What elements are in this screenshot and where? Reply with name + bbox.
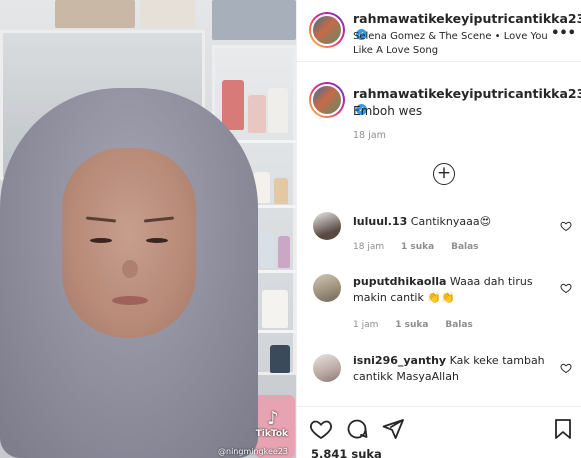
comment-text: Cantiknyaaa😍 xyxy=(410,215,492,228)
avatar-image xyxy=(311,84,343,116)
comment-icon[interactable] xyxy=(345,417,369,441)
comment-body: isni296_yanthy Kak keke tambah cantikk M… xyxy=(353,353,553,385)
eye xyxy=(90,238,112,243)
storage-box xyxy=(212,0,296,40)
comment-time[interactable]: 18 jam xyxy=(353,242,384,252)
header-username-text[interactable]: rahmawatikekeyiputricantikka23 xyxy=(353,11,581,26)
tiktok-username: @ningmingkee23 xyxy=(218,447,288,456)
comment-body: luluul.13 Cantiknyaaa😍 xyxy=(353,214,553,230)
heart-icon[interactable] xyxy=(560,220,572,232)
comment-username[interactable]: puputdhikaolla xyxy=(353,275,446,288)
person xyxy=(0,88,260,458)
plus-circle-icon[interactable]: + xyxy=(433,163,455,185)
comment-username[interactable]: luluul.13 xyxy=(353,215,407,228)
post-sidebar: rahmawatikekeyiputricantikka23✓ Selena G… xyxy=(296,0,581,458)
comment-body: puputdhikaolla Waaa dah tirus makin cant… xyxy=(353,274,553,306)
caption-avatar[interactable] xyxy=(309,82,345,118)
caption-timestamp[interactable]: 18 jam xyxy=(353,130,386,141)
commenter-avatar[interactable] xyxy=(313,212,341,240)
avatar[interactable] xyxy=(309,12,345,48)
product-bottle xyxy=(270,345,290,373)
reply-button[interactable]: Balas xyxy=(445,320,472,330)
product-bottle xyxy=(274,178,288,204)
comment-meta: 18 jam 1 suka Balas xyxy=(353,242,493,252)
storage-box xyxy=(55,0,135,28)
tiktok-icon: ♪ xyxy=(267,408,279,429)
comment-username[interactable]: isni296_yanthy xyxy=(353,354,446,367)
product-bottle xyxy=(262,290,288,328)
commenter-avatar[interactable] xyxy=(313,274,341,302)
comment-likes[interactable]: 1 suka xyxy=(401,242,434,252)
post-media[interactable]: ♪ TikTok @ningmingkee23 xyxy=(0,0,296,458)
more-options-button[interactable]: ••• xyxy=(551,26,576,41)
heart-icon[interactable] xyxy=(560,362,572,374)
comment-time[interactable]: 1 jam xyxy=(353,320,378,330)
paper-plane-icon[interactable] xyxy=(381,417,405,441)
eyebrow xyxy=(143,216,175,223)
heart-icon[interactable] xyxy=(309,417,333,441)
tiktok-brand-label: TikTok xyxy=(255,429,288,439)
eye xyxy=(146,238,168,243)
caption-username-text[interactable]: rahmawatikekeyiputricantikka23 xyxy=(353,86,581,101)
reply-button[interactable]: Balas xyxy=(451,242,478,252)
like-count[interactable]: 5.841 suka xyxy=(311,447,382,458)
product-bottle xyxy=(268,88,288,133)
product-bottle xyxy=(260,232,274,268)
action-bar: 5.841 suka xyxy=(297,406,581,458)
tiktok-watermark: ♪ TikTok xyxy=(256,408,288,439)
caption-text: Emboh wes xyxy=(353,104,423,118)
bookmark-icon[interactable] xyxy=(551,417,575,441)
heart-icon[interactable] xyxy=(560,282,572,294)
storage-box xyxy=(140,0,195,28)
face xyxy=(62,148,196,338)
comment-likes[interactable]: 1 suka xyxy=(395,320,428,330)
commenter-avatar[interactable] xyxy=(313,354,341,382)
nose xyxy=(122,260,138,278)
avatar-image xyxy=(311,14,343,46)
lips xyxy=(112,296,148,305)
comment-meta: 1 jam 1 suka Balas xyxy=(353,320,487,330)
eyebrow xyxy=(85,216,117,223)
post-header: rahmawatikekeyiputricantikka23✓ Selena G… xyxy=(297,0,581,62)
product-bottle xyxy=(278,236,290,268)
audio-track[interactable]: Selena Gomez & The Scene • Love You Like… xyxy=(353,30,553,58)
